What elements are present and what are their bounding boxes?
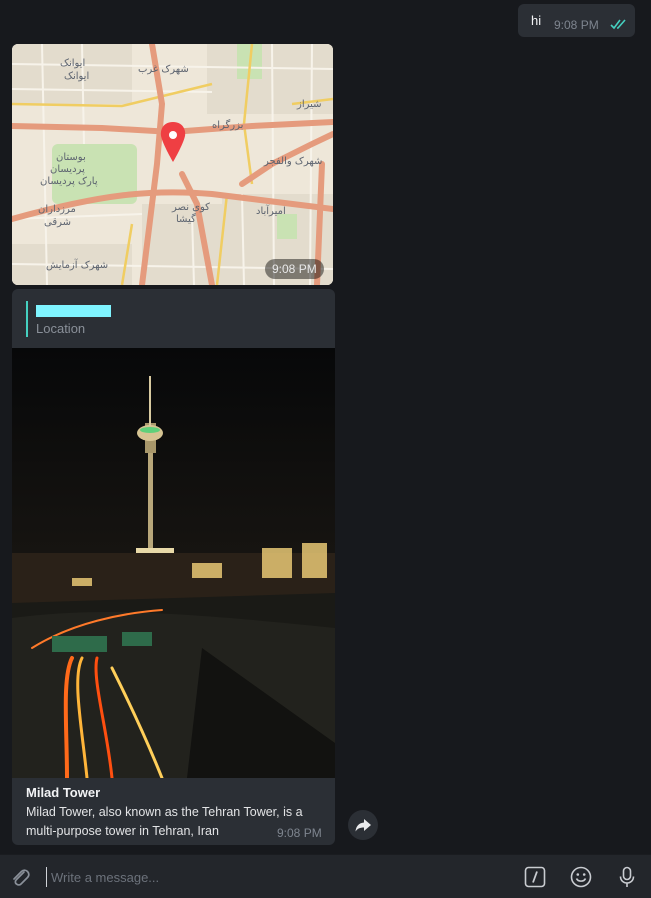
map-label: بوستان [56,152,86,163]
venue-photo[interactable] [12,348,335,778]
map-label: گیشا [176,214,196,225]
paperclip-icon[interactable] [9,866,31,888]
message-composer [0,854,651,898]
forward-icon [355,819,371,832]
venue-title: Milad Tower [26,785,101,800]
map-label: شرقی [44,217,72,228]
map-label: ایوانک [60,58,86,69]
map-label: شهرک غرب [138,64,189,75]
emoji-icon[interactable] [570,866,592,888]
map-label: شیراز [297,99,322,110]
message-time: 9:08 PM [277,826,322,840]
reply-label: Location [36,321,86,336]
chat-area: hi 9:08 PM ایوانک ایوانک شهرک غرب بزرگرا… [0,0,651,854]
reply-sender-redacted [36,305,111,317]
microphone-icon[interactable] [616,866,638,888]
message-input[interactable] [46,867,491,887]
location-map-message[interactable]: ایوانک ایوانک شهرک غرب بزرگراه شیراز بوس… [12,44,333,285]
map-label: شهرک آزمایش [46,260,109,271]
forward-button[interactable] [348,810,378,840]
map-label: پارک پردیسان [40,176,98,187]
map-label: شهرک والفجر [264,156,323,167]
map-label: کوی نصر [172,202,210,213]
map-label: امیرآباد [256,206,286,217]
double-check-icon [610,19,626,30]
message-text: hi [531,13,542,28]
map-label: پردیسان [50,164,85,175]
message-time: 9:08 PM [265,259,324,279]
reply-accent-bar [26,301,28,337]
map-label: ایوانک [64,71,90,82]
bot-command-icon[interactable] [524,866,546,888]
message-time: 9:08 PM [554,18,599,32]
outgoing-message[interactable]: hi 9:08 PM [518,4,635,37]
map-label: بزرگراه [212,120,244,131]
map-label: مرزداران [38,204,76,215]
venue-message[interactable]: Location Milad Tower Milad Tower, also k… [12,289,335,845]
